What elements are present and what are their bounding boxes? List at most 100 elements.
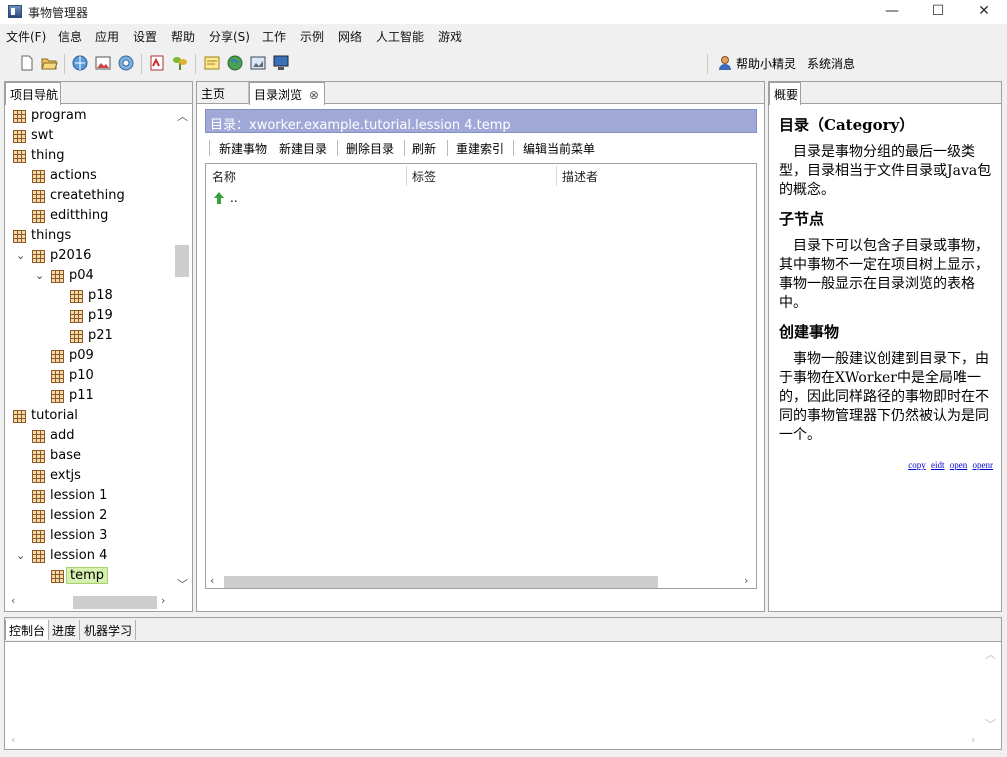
tab-progress[interactable]: 进度 [49, 620, 81, 640]
edit-current-menu-button[interactable]: 编辑当前菜单 [523, 140, 595, 157]
scroll-left-arrow-icon[interactable]: ‹ [11, 733, 15, 746]
scroll-up-arrow-icon[interactable]: ︿ [985, 646, 996, 662]
tree-item-p21[interactable]: p21 [7, 327, 191, 347]
column-header-name[interactable]: 名称 [212, 168, 236, 185]
refresh-button[interactable]: 刷新 [412, 140, 436, 157]
scroll-right-arrow-icon[interactable]: › [161, 594, 165, 607]
menu-help[interactable]: 帮助 [171, 28, 195, 45]
scroll-left-arrow-icon[interactable]: ‹ [210, 574, 214, 587]
openr-link[interactable]: openr [973, 460, 994, 470]
image-tool-icon[interactable] [94, 54, 112, 72]
expand-chevron-icon[interactable]: ⌄ [35, 269, 44, 282]
tree-item-thing[interactable]: thing [7, 147, 191, 167]
menu-apps[interactable]: 应用 [95, 28, 119, 45]
new-file-icon[interactable] [18, 54, 36, 72]
tree-item-lession-1[interactable]: lession 1 [7, 487, 191, 507]
menu-examples[interactable]: 示例 [300, 28, 324, 45]
menu-info[interactable]: 信息 [58, 28, 82, 45]
open-link[interactable]: open [950, 460, 968, 470]
tree-item-temp[interactable]: temp [7, 567, 191, 587]
scroll-right-arrow-icon[interactable]: › [971, 733, 975, 746]
globe-icon[interactable] [226, 54, 244, 72]
column-divider[interactable] [556, 166, 557, 186]
tree-item-actions[interactable]: actions [7, 167, 191, 187]
horizontal-scrollbar-thumb[interactable] [73, 596, 157, 609]
tree-item-p04[interactable]: ⌄ p04 [7, 267, 191, 287]
scroll-left-arrow-icon[interactable]: ‹ [11, 594, 15, 607]
copy-link[interactable]: copy [908, 460, 926, 470]
tab-home[interactable]: 主页 [197, 82, 249, 104]
picture-icon[interactable] [249, 54, 267, 72]
tree-item-lession-3[interactable]: lession 3 [7, 527, 191, 547]
tree-item-add[interactable]: add [7, 427, 191, 447]
tree-item-lession-2[interactable]: lession 2 [7, 507, 191, 527]
table-row[interactable]: .. [210, 190, 410, 208]
paragraph-create-thing: 事物一般建议创建到目录下，由于事物在XWorker中是全局唯一的，因此同样路径的… [779, 351, 989, 443]
column-divider[interactable] [406, 166, 407, 186]
tab-project-navigation[interactable]: 项目导航 [5, 82, 61, 105]
maximize-button[interactable]: ☐ [915, 0, 961, 24]
monitor-icon[interactable] [272, 54, 290, 72]
tree-item-lession-4[interactable]: ⌄ lession 4 [7, 547, 191, 567]
open-folder-icon[interactable] [40, 54, 58, 72]
up-arrow-icon [214, 192, 224, 204]
system-messages-button[interactable]: 系统消息 [807, 55, 855, 72]
gear-globe-icon[interactable] [117, 54, 135, 72]
tree-item-p09[interactable]: p09 [7, 347, 191, 367]
menu-network[interactable]: 网络 [338, 28, 362, 45]
column-header-label[interactable]: 标签 [412, 168, 436, 185]
close-button[interactable]: ✕ [961, 0, 1007, 24]
tree-item-extjs[interactable]: extjs [7, 467, 191, 487]
pdf-tool-icon[interactable] [148, 54, 166, 72]
tab-machine-learning[interactable]: 机器学习 [81, 620, 137, 640]
thing-node-icon [51, 350, 64, 363]
tab-close-icon[interactable]: ⊗ [309, 88, 319, 102]
tree-item-base[interactable]: base [7, 447, 191, 467]
scroll-down-arrow-icon[interactable]: ﹀ [985, 716, 996, 732]
new-thing-button[interactable]: 新建事物 [219, 140, 267, 157]
tree-item-p19[interactable]: p19 [7, 307, 191, 327]
menu-work[interactable]: 工作 [262, 28, 286, 45]
column-header-descriptor[interactable]: 描述者 [562, 168, 598, 185]
tree-item-tutorial[interactable]: tutorial [7, 407, 191, 427]
tab-console[interactable]: 控制台 [5, 620, 50, 640]
tree-item-program[interactable]: program [7, 107, 191, 127]
note-icon[interactable] [203, 54, 221, 72]
window-title: 事物管理器 [28, 6, 89, 20]
tree-item-p2016[interactable]: ⌄ p2016 [7, 247, 191, 267]
new-directory-button[interactable]: 新建目录 [279, 140, 327, 157]
refresh-globe-icon[interactable] [71, 54, 89, 72]
scroll-down-arrow-icon[interactable]: ﹀ [177, 576, 188, 592]
edit-link[interactable]: eidt [931, 460, 945, 470]
scroll-up-arrow-icon[interactable]: ︿ [177, 108, 188, 124]
minimize-button[interactable]: — [869, 0, 915, 24]
plant-tool-icon[interactable] [171, 54, 189, 72]
rebuild-index-button[interactable]: 重建索引 [456, 140, 504, 157]
tab-directory-browse[interactable]: 目录浏览 ⊗ [249, 82, 325, 105]
menu-share[interactable]: 分享(S) [209, 28, 250, 45]
delete-directory-button[interactable]: 删除目录 [346, 140, 394, 157]
horizontal-scrollbar-thumb[interactable] [224, 576, 658, 588]
tree-item-p10[interactable]: p10 [7, 367, 191, 387]
menu-settings[interactable]: 设置 [133, 28, 157, 45]
main-tabstrip: 主页 目录浏览 ⊗ [197, 82, 764, 105]
tree-item-editthing[interactable]: editthing [7, 207, 191, 227]
tree-item-things[interactable]: things [7, 227, 191, 247]
helper-button[interactable]: 帮助小精灵 [736, 55, 796, 72]
tree-item-creatething[interactable]: creatething [7, 187, 191, 207]
menu-ai[interactable]: 人工智能 [376, 28, 424, 45]
tree-item-p11[interactable]: p11 [7, 387, 191, 407]
expand-chevron-icon[interactable]: ⌄ [16, 549, 25, 562]
vertical-scrollbar-thumb[interactable] [175, 245, 189, 277]
tree-item-label: things [31, 228, 72, 243]
tree-item-swt[interactable]: swt [7, 127, 191, 147]
menu-games[interactable]: 游戏 [438, 28, 462, 45]
menu-file[interactable]: 文件(F) [6, 28, 46, 45]
tree-item-p18[interactable]: p18 [7, 287, 191, 307]
row-name: .. [230, 191, 238, 205]
scroll-right-arrow-icon[interactable]: › [744, 574, 748, 587]
directory-path-bar: 目录：xworker.example.tutorial.lession 4.te… [205, 109, 757, 133]
tab-summary[interactable]: 概要 [769, 82, 801, 105]
expand-chevron-icon[interactable]: ⌄ [16, 249, 25, 262]
project-tree: program swt thing actions creatething editthi… [7, 106, 191, 590]
